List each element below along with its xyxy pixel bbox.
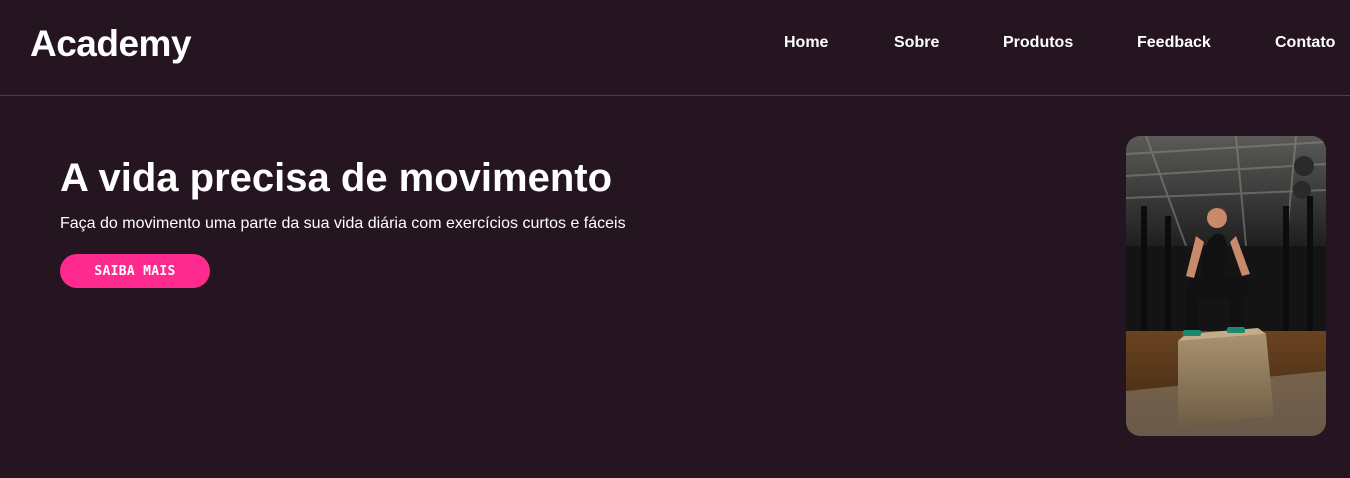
hero-title: A vida precisa de movimento [60,156,613,200]
site-header: Academy Home Sobre Produtos Feedback Con… [0,0,1350,96]
brand-logo[interactable]: Academy [30,23,192,65]
nav-item-feedback[interactable]: Feedback [1137,34,1211,52]
nav-item-contato[interactable]: Contato [1275,34,1335,52]
hero-subtitle: Faça do movimento uma parte da sua vida … [60,215,626,232]
saiba-mais-button[interactable]: SAIBA MAIS [60,254,210,288]
hero-image [1126,136,1326,436]
nav-item-produtos[interactable]: Produtos [1003,34,1073,52]
nav-item-sobre[interactable]: Sobre [894,34,939,52]
nav-item-home[interactable]: Home [784,34,828,52]
